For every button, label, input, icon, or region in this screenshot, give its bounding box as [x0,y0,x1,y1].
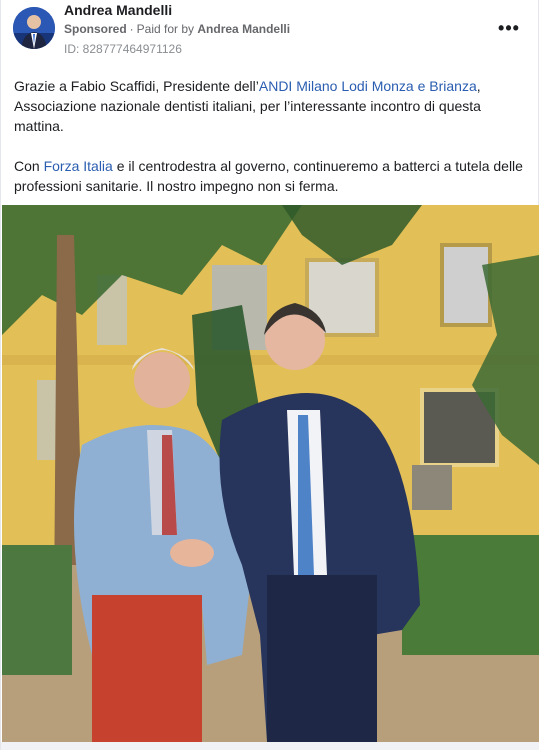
post-header: Andrea Mandelli Sponsored · Paid for by An… [1,0,539,62]
ad-post-card: Andrea Mandelli Sponsored · Paid for by An… [0,0,539,750]
paid-for-name[interactable]: Andrea Mandelli [197,22,290,36]
meta-separator: · [129,22,134,36]
photo-illustration [2,205,539,742]
forza-italia-link[interactable]: Forza Italia [44,158,113,174]
ad-id: ID: 828777464971126 [64,42,182,56]
more-horizontal-icon[interactable]: ••• [495,14,523,42]
paragraph-2: Con Forza Italia e il centrodestra al go… [14,156,529,196]
p2-text-a: Con [14,158,44,174]
bottom-divider [1,742,539,750]
sponsored-label: Sponsored [64,22,127,36]
paid-for-prefix: Paid for by [136,22,195,36]
paragraph-1: Grazie a Fabio Scaffidi, Presidente dell… [14,76,529,136]
sponsored-meta: Sponsored · Paid for by Andrea Mandelli [64,22,290,36]
avatar-image [13,7,55,49]
p1-text-a: Grazie a Fabio Scaffidi, Presidente dell… [14,78,259,94]
author-name[interactable]: Andrea Mandelli [64,2,172,18]
post-text: Grazie a Fabio Scaffidi, Presidente dell… [14,76,529,216]
andi-link[interactable]: ANDI Milano Lodi Monza e Brianza [259,78,477,94]
avatar[interactable] [13,7,55,49]
post-photo[interactable] [2,205,539,742]
